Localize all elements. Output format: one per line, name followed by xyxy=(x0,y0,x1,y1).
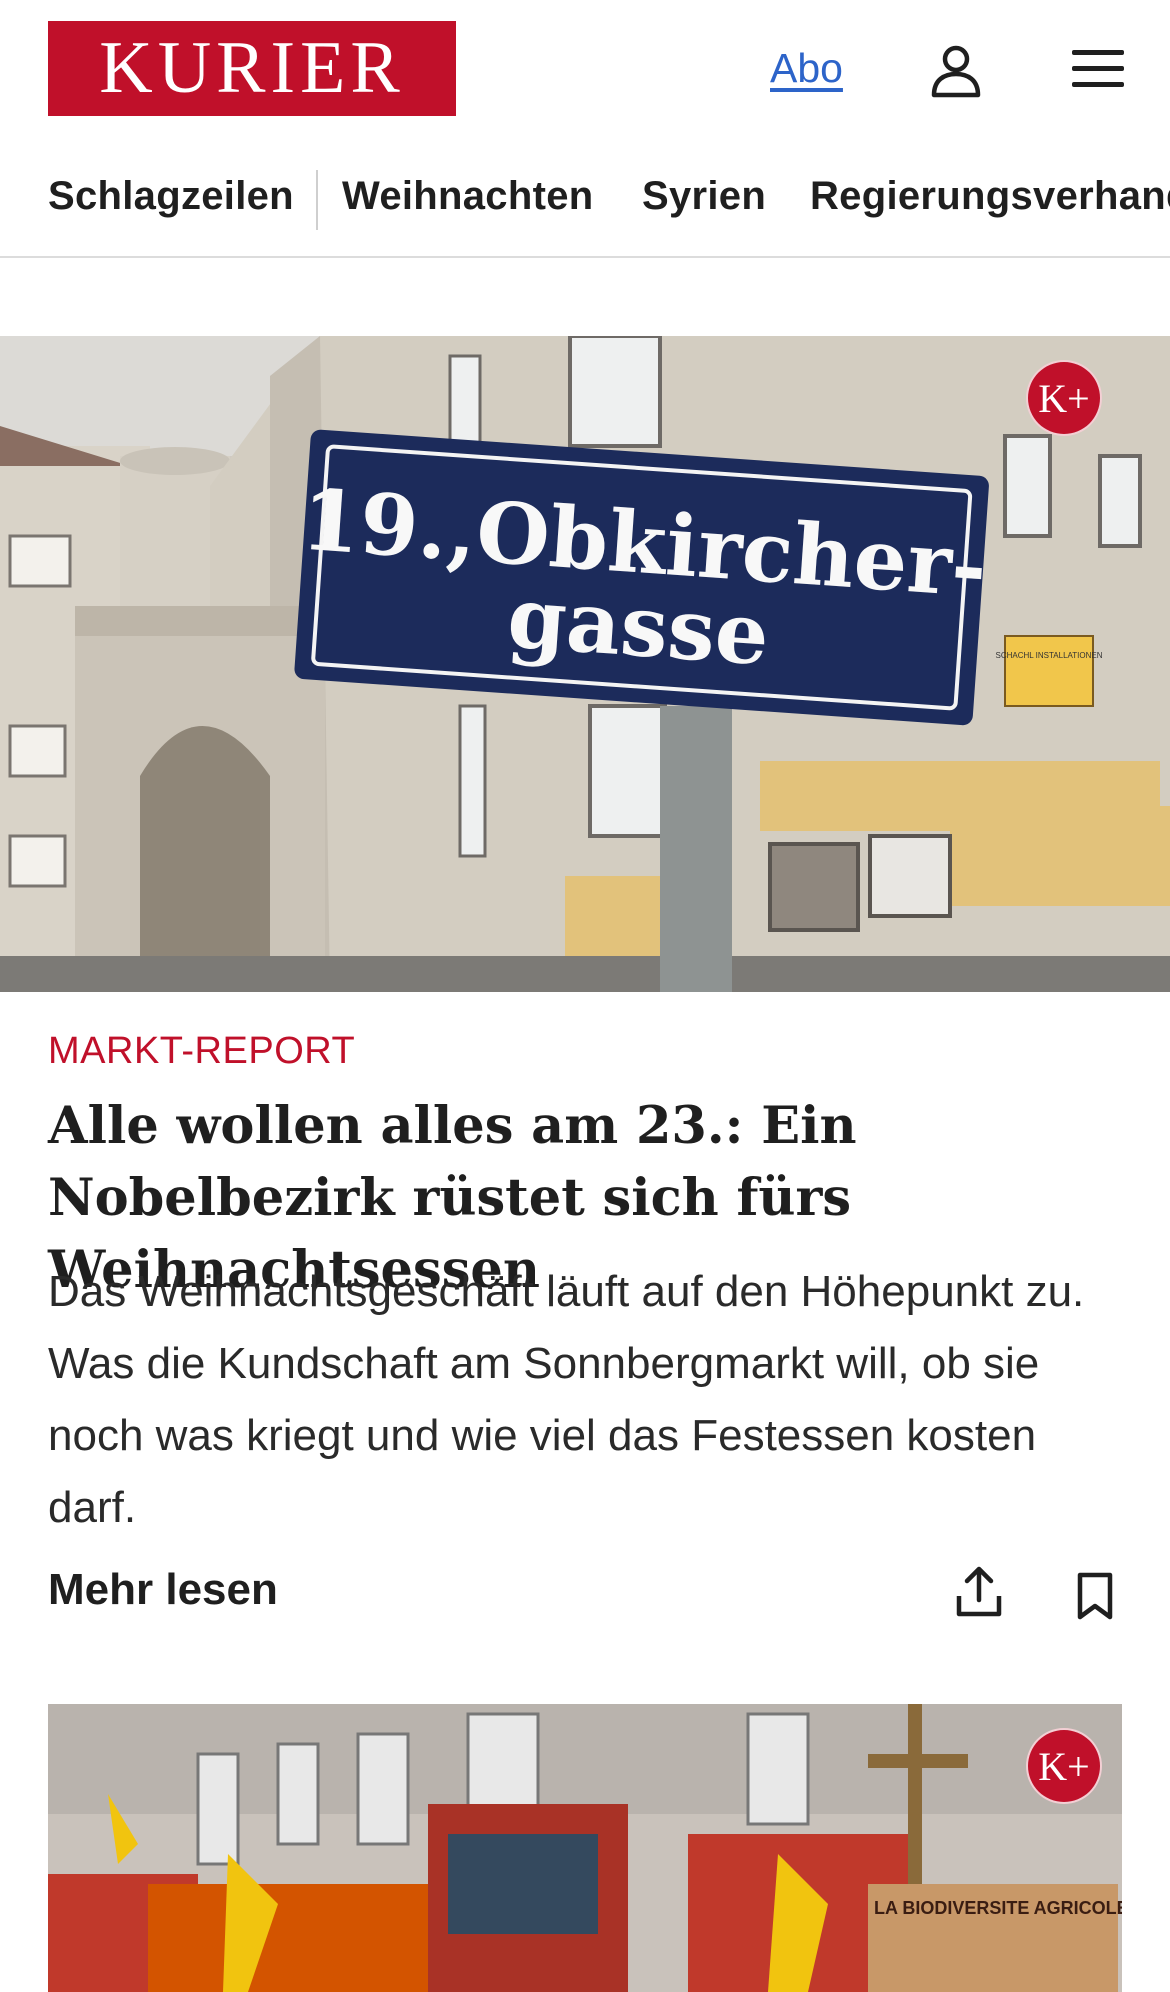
premium-badge-second: K+ xyxy=(1026,1728,1102,1804)
nav-item-schlagzeilen[interactable]: Schlagzeilen xyxy=(48,174,294,219)
share-icon[interactable] xyxy=(956,1566,1002,1618)
nav-item-syrien[interactable]: Syrien xyxy=(642,174,766,219)
sign-text-line2: gasse xyxy=(505,567,772,684)
nav-item-regierungsverhandlungen[interactable]: Regierungsverhandlungen xyxy=(810,174,1170,219)
farmer-protest-photo: LA BIODIVERSITE AGRICOLE xyxy=(48,1704,1122,1992)
hamburger-menu-icon[interactable] xyxy=(1072,46,1124,92)
kurier-logo[interactable]: KURIER xyxy=(48,21,456,116)
site-header: KURIER Abo xyxy=(0,0,1170,140)
read-more-link[interactable]: Mehr lesen xyxy=(48,1565,278,1615)
nav-divider xyxy=(316,170,318,230)
bookmark-icon[interactable] xyxy=(1076,1572,1114,1620)
abo-link[interactable]: Abo xyxy=(770,45,843,92)
article-hero-image[interactable]: SCHACHL INSTALLATIONEN 19.,Obkircher- ga… xyxy=(0,336,1170,992)
article-teaser: Das Weihnachtsgeschäft läuft auf den Höh… xyxy=(48,1267,1085,1532)
topic-navigation: Schlagzeilen Weihnachten Syrien Regierun… xyxy=(0,160,1170,258)
second-article-image[interactable]: LA BIODIVERSITE AGRICOLE K+ xyxy=(48,1704,1122,1992)
user-icon[interactable] xyxy=(928,42,984,98)
article-kicker[interactable]: MARKT-REPORT xyxy=(48,1030,355,1073)
street-sign-photo: SCHACHL INSTALLATIONEN 19.,Obkircher- ga… xyxy=(0,336,1170,992)
nav-item-weihnachten[interactable]: Weihnachten xyxy=(342,174,593,219)
shop-sign-text: SCHACHL INSTALLATIONEN xyxy=(996,651,1103,660)
premium-badge: K+ xyxy=(1026,360,1102,436)
protest-banner-text: LA BIODIVERSITE AGRICOLE xyxy=(874,1898,1122,1918)
